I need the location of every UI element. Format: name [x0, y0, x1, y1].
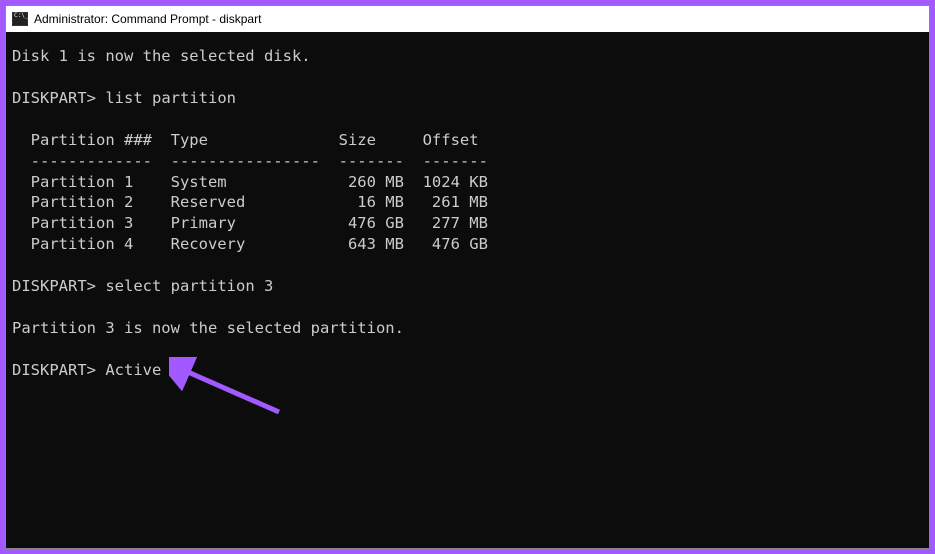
titlebar[interactable]: Administrator: Command Prompt - diskpart	[6, 6, 929, 32]
prompt-text: DISKPART>	[12, 89, 96, 107]
command-text: list partition	[105, 89, 236, 107]
table-header: Partition ### Type Size Offset	[12, 131, 479, 149]
prompt-text: DISKPART>	[12, 277, 96, 295]
terminal-output[interactable]: Disk 1 is now the selected disk. DISKPAR…	[6, 32, 929, 548]
window-title: Administrator: Command Prompt - diskpart	[34, 12, 261, 26]
table-row: Partition 4 Recovery 643 MB 476 GB	[12, 235, 488, 253]
command-prompt-window: Administrator: Command Prompt - diskpart…	[5, 5, 930, 549]
cmd-icon	[12, 12, 28, 26]
output-line: Partition 3 is now the selected partitio…	[12, 319, 404, 337]
table-row: Partition 3 Primary 476 GB 277 MB	[12, 214, 488, 232]
table-row: Partition 2 Reserved 16 MB 261 MB	[12, 193, 488, 211]
table-row: Partition 1 System 260 MB 1024 KB	[12, 173, 488, 191]
command-text: select partition 3	[105, 277, 273, 295]
table-divider: ------------- ---------------- ------- -…	[12, 152, 488, 170]
command-text: Active	[105, 361, 161, 379]
output-line: Disk 1 is now the selected disk.	[12, 47, 311, 65]
annotation-arrow-icon	[169, 357, 289, 417]
prompt-text: DISKPART>	[12, 361, 96, 379]
